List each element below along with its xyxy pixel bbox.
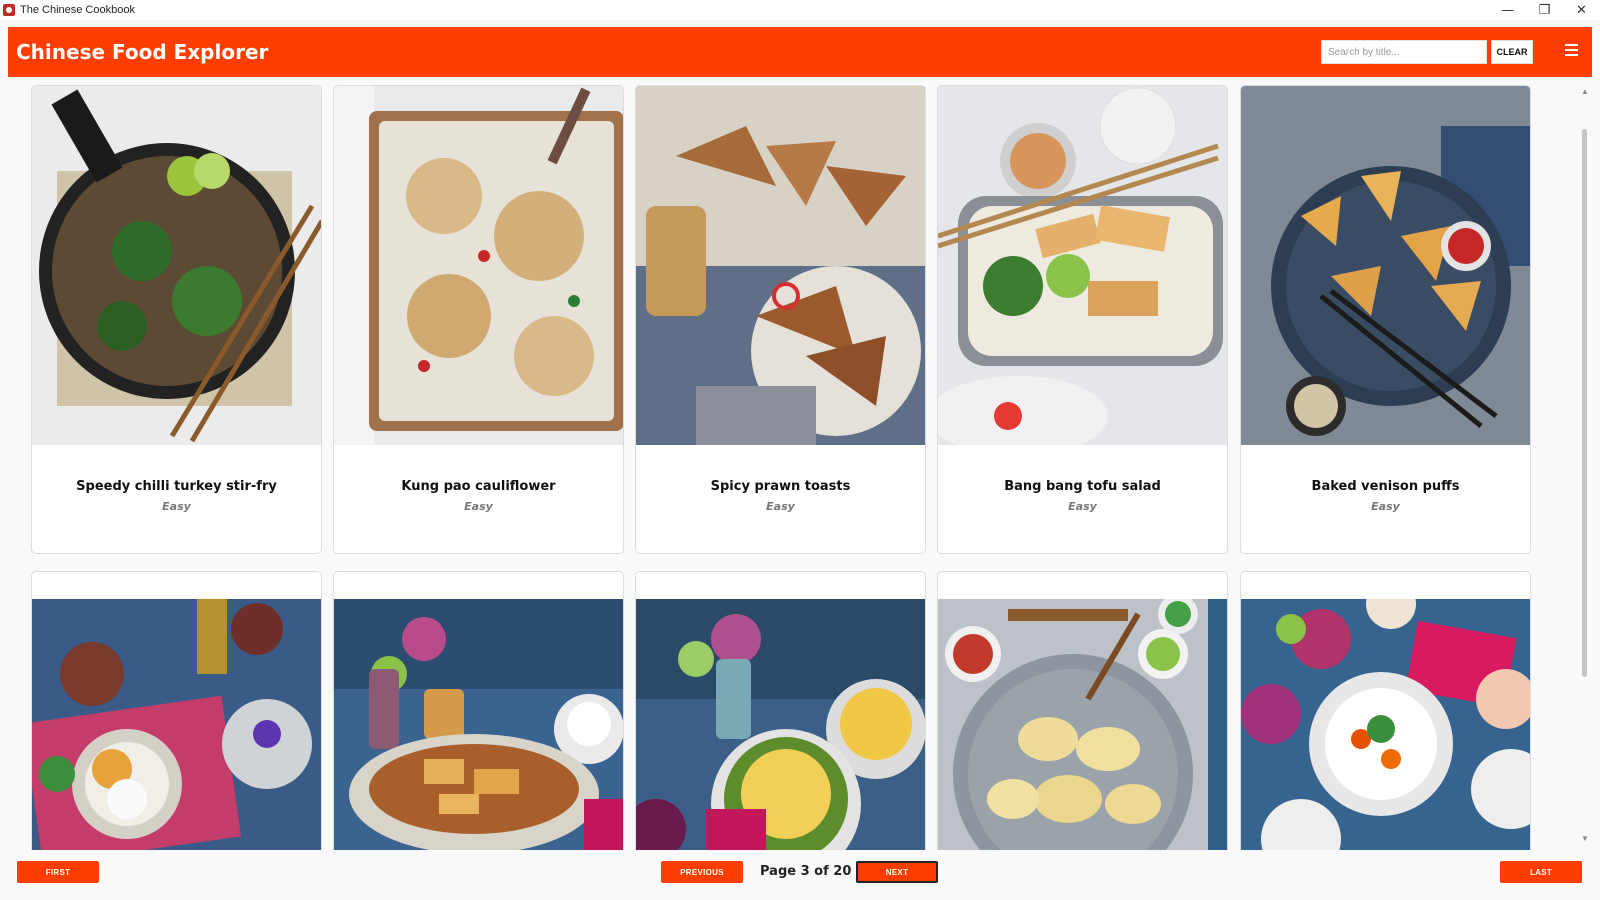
app-logo-icon — [3, 4, 15, 16]
recipe-image — [32, 86, 321, 445]
recipe-title: Speedy chilli turkey stir-fry — [76, 479, 277, 494]
scroll-up-arrow-icon[interactable]: ▲ — [1580, 87, 1590, 97]
recipe-title: Bang bang tofu salad — [1004, 479, 1161, 494]
recipe-card[interactable]: Speedy chilli turkey stir-fry Easy — [31, 85, 322, 554]
search-input[interactable] — [1321, 40, 1487, 64]
scrollbar-thumb[interactable] — [1582, 129, 1587, 677]
recipe-card[interactable] — [937, 571, 1228, 850]
window-controls: — ❐ ✕ — [1489, 0, 1600, 20]
last-page-button[interactable]: LAST — [1500, 861, 1582, 883]
recipe-title: Baked venison puffs — [1311, 479, 1460, 494]
recipe-card[interactable]: Spicy prawn toasts Easy — [635, 85, 926, 554]
recipe-image — [32, 599, 321, 850]
vertical-scrollbar[interactable]: ▲ ▼ — [1577, 85, 1593, 850]
recipe-title: Kung pao cauliflower — [401, 479, 556, 494]
recipe-image — [334, 599, 623, 850]
recipe-card[interactable]: Bang bang tofu salad Easy — [937, 85, 1228, 554]
recipe-image — [334, 86, 623, 445]
recipe-difficulty: Easy — [162, 500, 191, 513]
recipe-card[interactable]: Kung pao cauliflower Easy — [333, 85, 624, 554]
minimize-button[interactable]: — — [1489, 0, 1526, 20]
page-title: Chinese Food Explorer — [16, 40, 269, 64]
recipe-difficulty: Easy — [1371, 500, 1400, 513]
previous-page-button[interactable]: PREVIOUS — [661, 861, 743, 883]
recipe-title: Spicy prawn toasts — [710, 479, 851, 494]
recipe-card[interactable] — [1240, 571, 1531, 850]
recipe-card[interactable] — [333, 571, 624, 850]
pagination-bar: FIRST PREVIOUS Page 3 of 20 NEXT LAST — [0, 855, 1600, 900]
hamburger-menu-icon[interactable] — [1561, 42, 1581, 58]
recipe-difficulty: Easy — [1068, 500, 1097, 513]
app-header: Chinese Food Explorer CLEAR — [8, 27, 1592, 77]
recipe-image — [636, 86, 925, 445]
page-indicator: Page 3 of 20 — [760, 864, 852, 879]
recipe-card[interactable] — [635, 571, 926, 850]
recipe-card[interactable]: Baked venison puffs Easy — [1240, 85, 1531, 554]
recipe-difficulty: Easy — [464, 500, 493, 513]
recipe-image — [938, 599, 1227, 850]
recipe-difficulty: Easy — [766, 500, 795, 513]
recipe-grid: Speedy chilli turkey stir-fry Easy Kung … — [0, 85, 1600, 850]
recipe-image — [636, 599, 925, 850]
scroll-down-arrow-icon[interactable]: ▼ — [1580, 834, 1590, 844]
window-titlebar: The Chinese Cookbook — ❐ ✕ — [0, 0, 1600, 20]
recipe-image — [1241, 599, 1530, 850]
recipe-image — [1241, 86, 1530, 445]
first-page-button[interactable]: FIRST — [17, 861, 99, 883]
clear-button[interactable]: CLEAR — [1491, 40, 1533, 64]
next-page-button[interactable]: NEXT — [856, 861, 938, 883]
recipe-image — [938, 86, 1227, 445]
restore-button[interactable]: ❐ — [1526, 0, 1563, 20]
window-title: The Chinese Cookbook — [20, 4, 135, 16]
recipe-card[interactable] — [31, 571, 322, 850]
close-button[interactable]: ✕ — [1563, 0, 1600, 20]
